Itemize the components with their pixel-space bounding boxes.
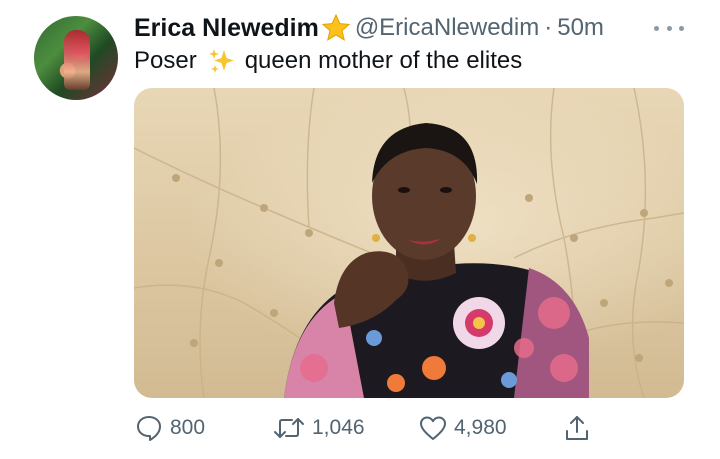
star-emoji-icon <box>321 13 351 41</box>
display-name[interactable]: Erica Nlewedim <box>134 14 319 43</box>
avatar[interactable] <box>34 16 118 100</box>
avatar-figure <box>64 30 90 90</box>
more-options-icon[interactable] <box>654 16 684 40</box>
tweet-actions: 800 1,046 4,980 <box>134 408 694 448</box>
sparkles-emoji-icon <box>208 49 234 73</box>
tweet[interactable]: Erica Nlewedim @EricaNlewedim · 50m Pose… <box>0 0 720 459</box>
heart-icon <box>420 416 446 440</box>
timestamp[interactable]: 50m <box>557 14 604 42</box>
retweet-count: 1,046 <box>312 416 365 439</box>
reply-count: 800 <box>170 416 206 439</box>
separator-dot: · <box>544 14 553 41</box>
retweet-button[interactable]: 1,046 <box>272 408 365 448</box>
share-icon <box>566 416 588 440</box>
photo-illustration <box>134 88 684 398</box>
user-handle[interactable]: @EricaNlewedim <box>355 14 539 42</box>
tweet-text-before: Poser <box>134 47 197 74</box>
tweet-header: Erica Nlewedim @EricaNlewedim · 50m <box>134 12 604 44</box>
share-button[interactable] <box>562 408 598 448</box>
like-button[interactable]: 4,980 <box>418 408 507 448</box>
tweet-media-photo[interactable] <box>134 88 684 398</box>
reply-button[interactable]: 800 <box>134 408 205 448</box>
reply-icon <box>137 416 161 441</box>
retweet-icon <box>274 418 304 438</box>
like-count: 4,980 <box>454 416 507 439</box>
tweet-text: Poser queen mother of the elites <box>134 46 522 76</box>
tweet-text-after: queen mother of the elites <box>244 47 523 74</box>
